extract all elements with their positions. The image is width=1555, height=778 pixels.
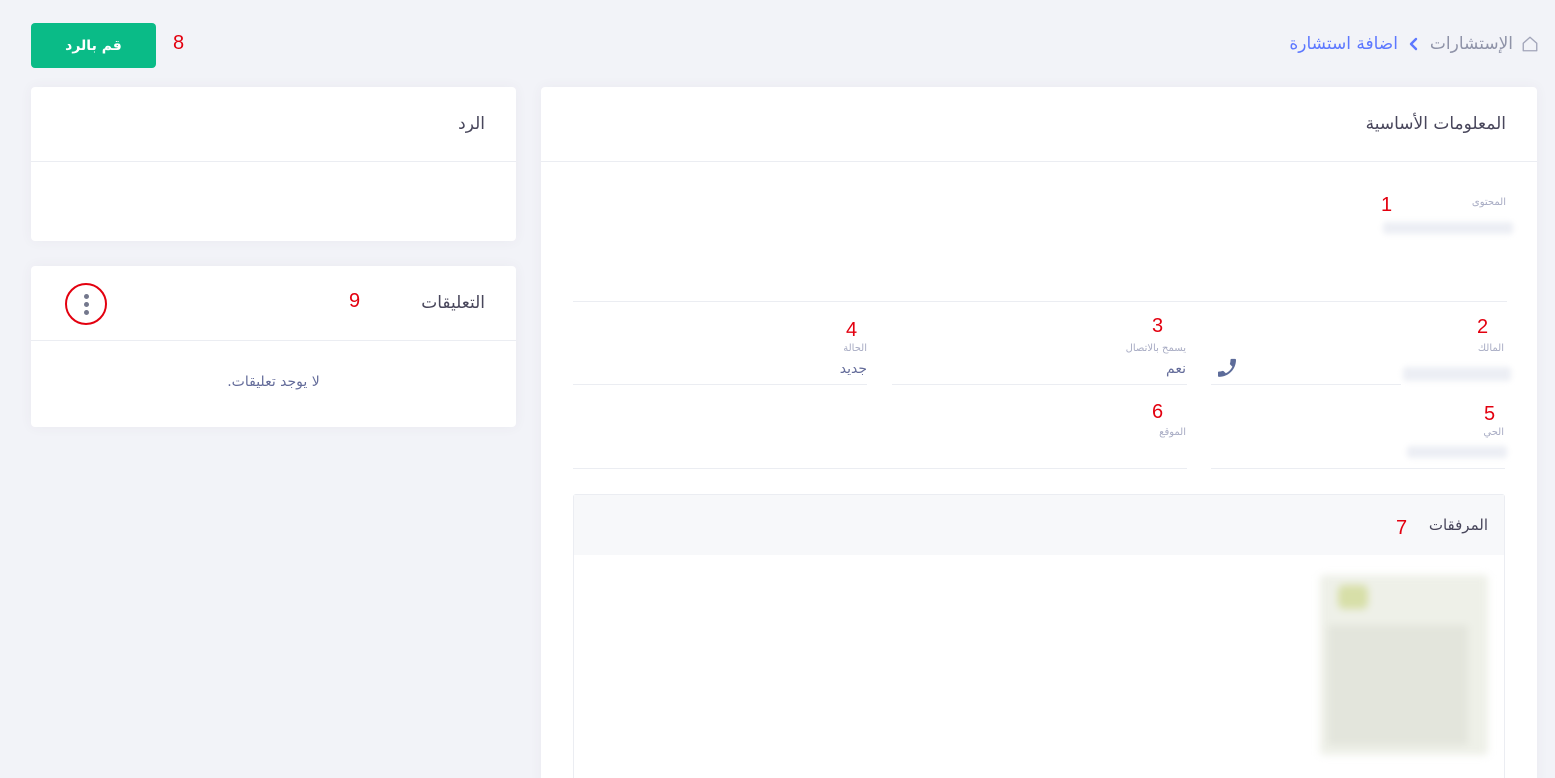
- reply-title: الرد: [458, 114, 485, 134]
- annotation-2: 2: [1477, 316, 1489, 338]
- owner-underline: [1211, 384, 1401, 385]
- status-value: جديد: [839, 361, 867, 377]
- attachments-header: المرفقات: [574, 495, 1504, 555]
- allow-contact-underline: [892, 384, 1187, 385]
- no-comments-text: لا يوجد تعليقات.: [227, 374, 320, 390]
- location-label: الموقع: [1159, 427, 1186, 438]
- annotation-5: 5: [1484, 403, 1496, 425]
- annotation-8: 8: [173, 32, 185, 54]
- comments-card: التعليقات 9 لا يوجد تعليقات.: [31, 266, 516, 427]
- chevron-left-icon: [1409, 37, 1418, 51]
- attachments-panel: المرفقات 7: [573, 494, 1505, 778]
- basic-info-card: المعلومات الأساسية المحتوى 1 2 المالك 3 …: [541, 87, 1537, 778]
- location-underline: [573, 468, 1187, 469]
- attachment-thumbnail[interactable]: [1320, 575, 1488, 755]
- allow-contact-label: يسمح بالاتصال: [1125, 343, 1186, 354]
- breadcrumb-item-add-consultation[interactable]: اضافة استشارة: [1289, 34, 1398, 54]
- reply-card: الرد: [31, 87, 516, 241]
- breadcrumb-item-consultations[interactable]: الإستشارات: [1430, 34, 1513, 54]
- annotation-1: 1: [1381, 194, 1393, 216]
- basic-info-header: المعلومات الأساسية: [541, 87, 1537, 162]
- phone-icon[interactable]: [1215, 356, 1239, 380]
- owner-label: المالك: [1477, 343, 1504, 354]
- annotation-4: 4: [846, 319, 858, 341]
- status-label: الحالة: [843, 343, 867, 354]
- more-vertical-icon[interactable]: [65, 283, 107, 325]
- reply-button[interactable]: قم بالرد: [31, 23, 156, 68]
- reply-header: الرد: [31, 87, 516, 162]
- annotation-9: 9: [349, 290, 361, 312]
- content-value-redacted: [1383, 222, 1513, 234]
- owner-value-redacted: [1403, 367, 1511, 381]
- annotation-6: 6: [1152, 401, 1164, 423]
- breadcrumb: الإستشارات اضافة استشارة: [1289, 34, 1539, 54]
- home-icon[interactable]: [1521, 35, 1539, 53]
- district-label: الحي: [1483, 427, 1504, 438]
- comments-title: التعليقات: [421, 293, 485, 313]
- basic-info-title: المعلومات الأساسية: [1365, 114, 1506, 134]
- content-label: المحتوى: [1471, 197, 1506, 208]
- status-underline: [573, 384, 867, 385]
- annotation-7: 7: [1396, 517, 1408, 539]
- district-underline: [1211, 468, 1505, 469]
- allow-contact-value: نعم: [1166, 361, 1186, 377]
- annotation-3: 3: [1152, 315, 1164, 337]
- attachments-title: المرفقات: [1428, 516, 1488, 534]
- district-value-redacted: [1407, 446, 1507, 458]
- divider: [573, 301, 1507, 302]
